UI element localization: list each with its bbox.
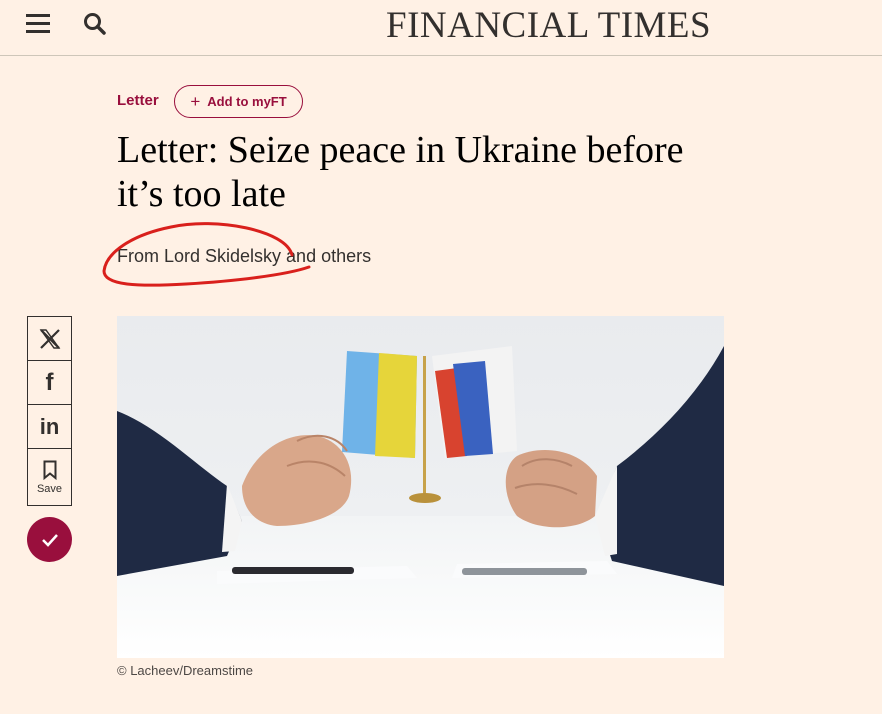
checkmark-icon [41,533,58,547]
save-article-button[interactable]: Save [27,448,72,506]
share-linkedin-button[interactable]: in [27,404,72,449]
facebook-icon: f [45,368,54,396]
image-caption: © Lacheev/Dreamstime [117,663,254,678]
save-label: Save [36,482,63,495]
hamburger-menu-icon[interactable] [26,12,52,36]
share-facebook-button[interactable]: f [27,360,72,405]
add-to-myft-label: Add to myFT [207,94,287,109]
x-icon [39,328,60,349]
article-standfirst: From Lord Skidelsky and others [117,246,372,266]
article-hero-image [117,316,724,658]
topic-link-letter[interactable]: Letter [117,92,159,109]
share-toolbar: f in Save [27,316,72,506]
bookmark-icon [43,460,56,480]
add-to-myft-button[interactable]: + Add to myFT [174,85,303,118]
plus-icon: + [190,92,201,111]
site-header: FINANCIAL TIMES [0,0,882,56]
linkedin-icon: in [39,413,60,439]
search-icon[interactable] [82,11,108,37]
share-x-button[interactable] [27,316,72,361]
checkmark-button[interactable] [27,517,72,562]
ft-logo[interactable]: FINANCIAL TIMES [386,4,711,47]
article-headline: Letter: Seize peace in Ukraine before it… [117,129,684,215]
